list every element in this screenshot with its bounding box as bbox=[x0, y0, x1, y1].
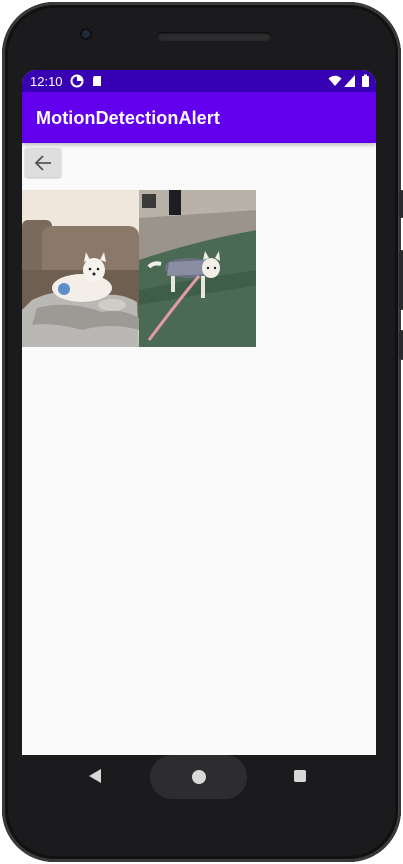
status-bar: 12:10 bbox=[22, 70, 376, 92]
status-time: 12:10 bbox=[30, 74, 63, 89]
home-circle-icon[interactable] bbox=[192, 770, 206, 784]
earpiece-speaker bbox=[157, 32, 271, 41]
data-saver-icon bbox=[70, 74, 84, 88]
signal-icon bbox=[344, 75, 355, 87]
app-bar: MotionDetectionAlert bbox=[22, 92, 376, 143]
volume-button bbox=[399, 190, 403, 218]
screen: 12:10 MotionDetectionAlert bbox=[22, 70, 376, 755]
arrow-back-icon bbox=[34, 154, 51, 171]
back-button[interactable] bbox=[25, 148, 61, 177]
app-title: MotionDetectionAlert bbox=[36, 108, 220, 128]
back-triangle-icon[interactable] bbox=[88, 768, 102, 784]
battery-icon bbox=[362, 74, 369, 87]
wifi-icon bbox=[328, 75, 342, 86]
sd-card-icon bbox=[93, 76, 101, 86]
power-button bbox=[399, 330, 403, 360]
phone-frame: 12:10 MotionDetectionAlert bbox=[0, 0, 403, 864]
dog-on-couch-photo[interactable] bbox=[22, 190, 139, 347]
recents-square-icon[interactable] bbox=[294, 770, 306, 782]
volume-rocker bbox=[399, 250, 403, 310]
front-camera bbox=[80, 28, 92, 40]
dog-on-leash-photo[interactable] bbox=[139, 190, 256, 347]
